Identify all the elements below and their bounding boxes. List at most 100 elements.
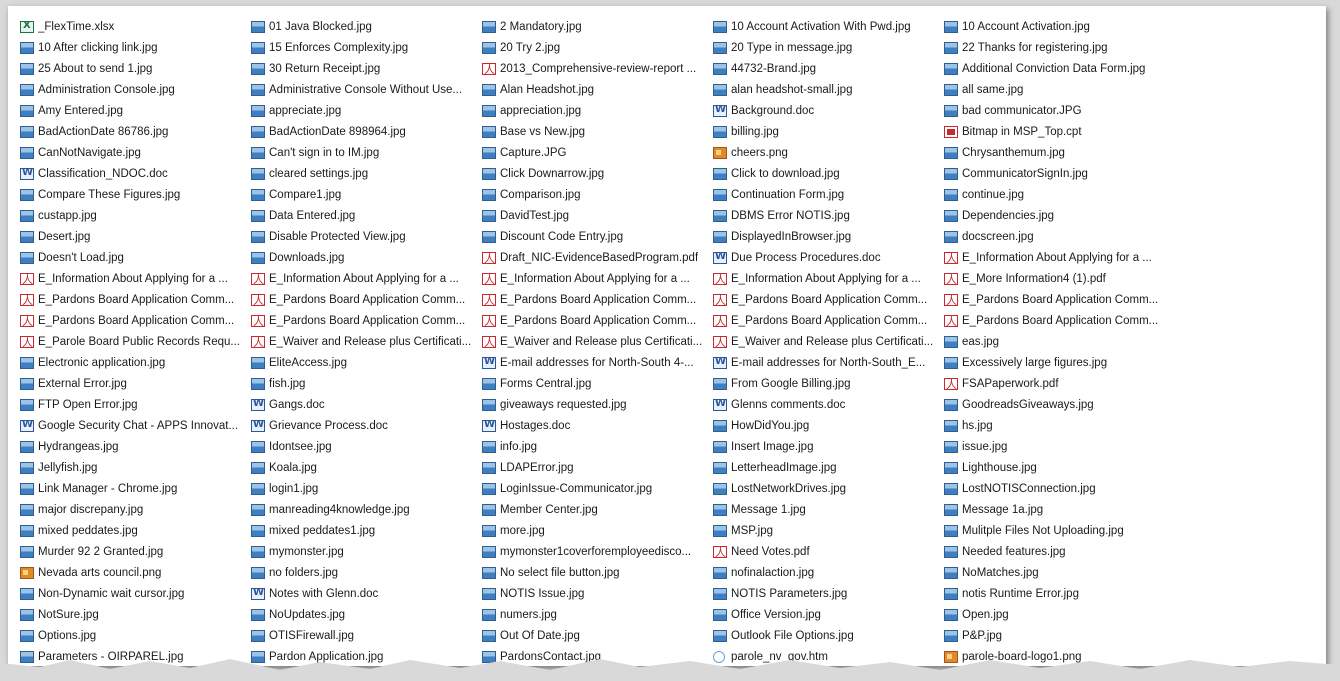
file-item[interactable]: EliteAccess.jpg xyxy=(251,352,482,373)
file-item[interactable]: DBMS Error NOTIS.jpg xyxy=(713,205,944,226)
file-item[interactable]: Data Entered.jpg xyxy=(251,205,482,226)
file-item[interactable]: LostNetworkDrives.jpg xyxy=(713,478,944,499)
file-item[interactable]: Lighthouse.jpg xyxy=(944,457,1175,478)
file-item[interactable]: appreciate.jpg xyxy=(251,100,482,121)
file-item[interactable]: Link Manager - Chrome.jpg xyxy=(20,478,251,499)
file-item[interactable]: LetterheadImage.jpg xyxy=(713,457,944,478)
file-item[interactable]: Background.doc xyxy=(713,100,944,121)
file-item[interactable]: NoUpdates.jpg xyxy=(251,604,482,625)
file-item[interactable]: HowDidYou.jpg xyxy=(713,415,944,436)
file-item[interactable]: LDAPError.jpg xyxy=(482,457,713,478)
file-item[interactable]: Click to download.jpg xyxy=(713,163,944,184)
file-item[interactable]: mymonster1coverforemployeedisco... xyxy=(482,541,713,562)
file-item[interactable]: Forms Central.jpg xyxy=(482,373,713,394)
file-item[interactable]: Alan Headshot.jpg xyxy=(482,79,713,100)
file-item[interactable]: Nevada arts council.png xyxy=(20,562,251,583)
file-item[interactable]: Gangs.doc xyxy=(251,394,482,415)
file-item[interactable]: bad communicator.JPG xyxy=(944,100,1175,121)
file-item[interactable]: numers.jpg xyxy=(482,604,713,625)
file-item[interactable]: DisplayedInBrowser.jpg xyxy=(713,226,944,247)
file-item[interactable]: E_Pardons Board Application Comm... xyxy=(713,310,944,331)
file-item[interactable]: Discount Code Entry.jpg xyxy=(482,226,713,247)
file-item[interactable]: E_Information About Applying for a ... xyxy=(944,247,1175,268)
file-item[interactable]: issue.jpg xyxy=(944,436,1175,457)
file-item[interactable]: NOTIS Issue.jpg xyxy=(482,583,713,604)
file-item[interactable]: 2 Mandatory.jpg xyxy=(482,16,713,37)
file-item[interactable]: docscreen.jpg xyxy=(944,226,1175,247)
file-item[interactable]: E_Pardons Board Application Comm... xyxy=(20,289,251,310)
file-item[interactable]: continue.jpg xyxy=(944,184,1175,205)
file-item[interactable]: CanNotNavigate.jpg xyxy=(20,142,251,163)
file-item[interactable]: mixed peddates1.jpg xyxy=(251,520,482,541)
file-item[interactable]: nofinalaction.jpg xyxy=(713,562,944,583)
file-item[interactable]: Disable Protected View.jpg xyxy=(251,226,482,247)
file-item[interactable]: Dependencies.jpg xyxy=(944,205,1175,226)
file-item[interactable]: hs.jpg xyxy=(944,415,1175,436)
file-item[interactable]: External Error.jpg xyxy=(20,373,251,394)
file-item[interactable]: LostNOTISConnection.jpg xyxy=(944,478,1175,499)
file-item[interactable]: E_More Information4 (1).pdf xyxy=(944,268,1175,289)
file-item[interactable]: 20 Try 2.jpg xyxy=(482,37,713,58)
file-item[interactable]: E_Information About Applying for a ... xyxy=(20,268,251,289)
file-item[interactable]: E_Pardons Board Application Comm... xyxy=(251,289,482,310)
file-item[interactable]: E_Parole Board Public Records Requ... xyxy=(20,331,251,352)
file-item[interactable]: giveaways requested.jpg xyxy=(482,394,713,415)
file-item[interactable]: all same.jpg xyxy=(944,79,1175,100)
file-item[interactable]: MSP.jpg xyxy=(713,520,944,541)
file-item[interactable]: P&P.jpg xyxy=(944,625,1175,646)
file-item[interactable]: Electronic application.jpg xyxy=(20,352,251,373)
file-item[interactable]: Desert.jpg xyxy=(20,226,251,247)
file-item[interactable]: From Google Billing.jpg xyxy=(713,373,944,394)
file-item[interactable]: NoMatches.jpg xyxy=(944,562,1175,583)
file-item[interactable]: 22 Thanks for registering.jpg xyxy=(944,37,1175,58)
file-item[interactable]: Mulitple Files Not Uploading.jpg xyxy=(944,520,1175,541)
file-item[interactable]: E_Information About Applying for a ... xyxy=(482,268,713,289)
file-item[interactable]: Base vs New.jpg xyxy=(482,121,713,142)
file-item[interactable]: 20 Type in message.jpg xyxy=(713,37,944,58)
file-item[interactable]: BadActionDate 86786.jpg xyxy=(20,121,251,142)
file-item[interactable]: 10 Account Activation With Pwd.jpg xyxy=(713,16,944,37)
file-item[interactable]: E_Pardons Board Application Comm... xyxy=(944,289,1175,310)
file-item[interactable]: Amy Entered.jpg xyxy=(20,100,251,121)
file-item[interactable]: major discrepany.jpg xyxy=(20,499,251,520)
file-item[interactable]: E_Pardons Board Application Comm... xyxy=(944,310,1175,331)
file-item[interactable]: more.jpg xyxy=(482,520,713,541)
file-item[interactable]: eas.jpg xyxy=(944,331,1175,352)
file-item[interactable]: Click Downarrow.jpg xyxy=(482,163,713,184)
file-item[interactable]: Needed features.jpg xyxy=(944,541,1175,562)
file-item[interactable]: Office Version.jpg xyxy=(713,604,944,625)
file-item[interactable]: Administration Console.jpg xyxy=(20,79,251,100)
file-item[interactable]: LoginIssue-Communicator.jpg xyxy=(482,478,713,499)
file-item[interactable]: 10 Account Activation.jpg xyxy=(944,16,1175,37)
file-item[interactable]: Bitmap in MSP_Top.cpt xyxy=(944,121,1175,142)
file-item[interactable]: E_Information About Applying for a ... xyxy=(251,268,482,289)
file-item[interactable]: Insert Image.jpg xyxy=(713,436,944,457)
file-item[interactable]: CommunicatorSignIn.jpg xyxy=(944,163,1175,184)
file-item[interactable]: 01 Java Blocked.jpg xyxy=(251,16,482,37)
file-item[interactable]: FSAPaperwork.pdf xyxy=(944,373,1175,394)
file-item[interactable]: Draft_NIC-EvidenceBasedProgram.pdf xyxy=(482,247,713,268)
file-item[interactable]: DavidTest.jpg xyxy=(482,205,713,226)
file-item[interactable]: E_Pardons Board Application Comm... xyxy=(482,310,713,331)
file-item[interactable]: alan headshot-small.jpg xyxy=(713,79,944,100)
file-item[interactable]: E_Pardons Board Application Comm... xyxy=(20,310,251,331)
file-item[interactable]: Can't sign in to IM.jpg xyxy=(251,142,482,163)
file-item[interactable]: Non-Dynamic wait cursor.jpg xyxy=(20,583,251,604)
file-item[interactable]: E_Waiver and Release plus Certificati... xyxy=(251,331,482,352)
file-item[interactable]: Hydrangeas.jpg xyxy=(20,436,251,457)
file-item[interactable]: Chrysanthemum.jpg xyxy=(944,142,1175,163)
file-item[interactable]: E-mail addresses for North-South_E... xyxy=(713,352,944,373)
file-item[interactable]: E_Pardons Board Application Comm... xyxy=(713,289,944,310)
file-item[interactable]: notis Runtime Error.jpg xyxy=(944,583,1175,604)
file-item[interactable]: No select file button.jpg xyxy=(482,562,713,583)
file-item[interactable]: 30 Return Receipt.jpg xyxy=(251,58,482,79)
file-item[interactable]: Jellyfish.jpg xyxy=(20,457,251,478)
file-item[interactable]: Murder 92 2 Granted.jpg xyxy=(20,541,251,562)
file-item[interactable]: OTISFirewall.jpg xyxy=(251,625,482,646)
file-item[interactable]: Capture.JPG xyxy=(482,142,713,163)
file-item[interactable]: custapp.jpg xyxy=(20,205,251,226)
file-item[interactable]: Idontsee.jpg xyxy=(251,436,482,457)
file-item[interactable]: Member Center.jpg xyxy=(482,499,713,520)
file-item[interactable]: Excessively large figures.jpg xyxy=(944,352,1175,373)
file-item[interactable]: cleared settings.jpg xyxy=(251,163,482,184)
